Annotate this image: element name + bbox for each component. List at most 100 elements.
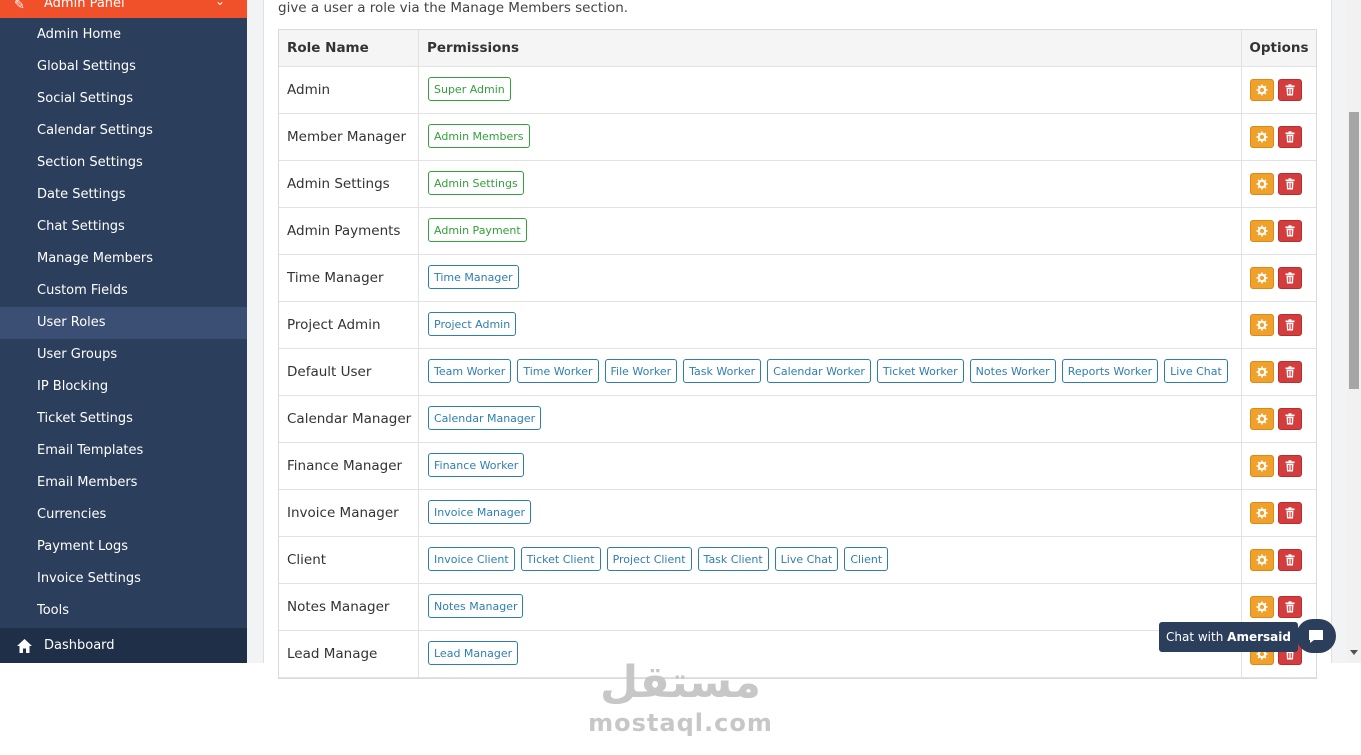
table-row: Member Manager Admin Members: [279, 114, 1316, 161]
permission-tag: Notes Manager: [428, 594, 524, 618]
gear-icon: [1256, 601, 1268, 613]
sidebar-admin-panel[interactable]: ✎ Admin Panel ⌄: [0, 0, 247, 18]
permission-tag: Project Admin: [428, 312, 517, 336]
options-cell: [1242, 208, 1316, 254]
edit-role-button[interactable]: [1250, 361, 1274, 383]
edit-role-button[interactable]: [1250, 126, 1274, 148]
edit-role-button[interactable]: [1250, 455, 1274, 477]
permissions-cell: Time Manager: [419, 255, 1242, 301]
scrollbar-thumb[interactable]: [1349, 112, 1359, 389]
row-options: [1250, 549, 1302, 571]
sidebar-item-tools[interactable]: Tools: [0, 595, 247, 627]
gear-icon: [1256, 225, 1268, 237]
permissions-cell: Project Admin: [419, 302, 1242, 348]
edit-role-button[interactable]: [1250, 79, 1274, 101]
header-options-label: Options: [1249, 40, 1309, 56]
trash-icon: [1285, 413, 1295, 425]
permission-tag: File Worker: [604, 359, 678, 383]
sidebar-item-ip-blocking[interactable]: IP Blocking: [0, 371, 247, 403]
gear-icon: [1256, 413, 1268, 425]
trash-icon: [1285, 507, 1295, 519]
sidebar-item-email-templates[interactable]: Email Templates: [0, 435, 247, 467]
permission-tag: Admin Settings: [428, 171, 524, 195]
permission-tag: Notes Worker: [969, 359, 1056, 383]
delete-role-button[interactable]: [1278, 502, 1302, 524]
permission-tags: Notes Manager: [428, 594, 524, 618]
edit-role-button[interactable]: [1250, 173, 1274, 195]
row-options: [1250, 126, 1302, 148]
role-name: Admin Settings: [287, 176, 390, 192]
edit-role-button[interactable]: [1250, 314, 1274, 336]
vertical-scrollbar[interactable]: [1347, 0, 1361, 663]
chat-button[interactable]: [1296, 619, 1336, 653]
edit-role-button[interactable]: [1250, 596, 1274, 618]
role-name-cell: Time Manager: [279, 255, 419, 301]
sidebar-item-manage-members[interactable]: Manage Members: [0, 243, 247, 275]
row-options: [1250, 314, 1302, 336]
sidebar-item-invoice-settings[interactable]: Invoice Settings: [0, 563, 247, 595]
role-name-cell: Client: [279, 537, 419, 583]
sidebar-item-user-groups[interactable]: User Groups: [0, 339, 247, 371]
edit-role-button[interactable]: [1250, 220, 1274, 242]
role-name: Finance Manager: [287, 458, 403, 474]
trash-icon: [1285, 131, 1295, 143]
sidebar-item-custom-fields[interactable]: Custom Fields: [0, 275, 247, 307]
delete-role-button[interactable]: [1278, 549, 1302, 571]
sidebar-item-admin-home[interactable]: Admin Home: [0, 19, 247, 51]
permissions-cell: Finance Worker: [419, 443, 1242, 489]
permission-tag: Ticket Worker: [876, 359, 964, 383]
delete-role-button[interactable]: [1278, 126, 1302, 148]
chat-bubble-icon: [1309, 630, 1323, 643]
delete-role-button[interactable]: [1278, 267, 1302, 289]
delete-role-button[interactable]: [1278, 596, 1302, 618]
delete-role-button[interactable]: [1278, 220, 1302, 242]
sidebar-item-ticket-settings[interactable]: Ticket Settings: [0, 403, 247, 435]
scroll-down-arrow-icon[interactable]: [1350, 650, 1358, 655]
permission-tag: Admin Members: [428, 124, 530, 148]
delete-role-button[interactable]: [1278, 314, 1302, 336]
sidebar-item-date-settings[interactable]: Date Settings: [0, 179, 247, 211]
chat-label[interactable]: Chat with Amersaid: [1159, 622, 1298, 652]
sidebar-item-section-settings[interactable]: Section Settings: [0, 147, 247, 179]
row-options: [1250, 361, 1302, 383]
edit-role-button[interactable]: [1250, 408, 1274, 430]
delete-role-button[interactable]: [1278, 173, 1302, 195]
header-role-name: Role Name: [279, 30, 419, 66]
table-row: Project Admin Project Admin: [279, 302, 1316, 349]
sidebar-item-payment-logs[interactable]: Payment Logs: [0, 531, 247, 563]
role-name-cell: Member Manager: [279, 114, 419, 160]
permission-tag: Task Client: [697, 547, 769, 571]
delete-role-button[interactable]: [1278, 408, 1302, 430]
role-name: Calendar Manager: [287, 411, 412, 427]
permission-tag: Calendar Manager: [428, 406, 542, 430]
permission-tags: Calendar Manager: [428, 406, 542, 430]
sidebar-item-social-settings[interactable]: Social Settings: [0, 83, 247, 115]
edit-role-button[interactable]: [1250, 502, 1274, 524]
sidebar-item-chat-settings[interactable]: Chat Settings: [0, 211, 247, 243]
role-name-cell: Admin Settings: [279, 161, 419, 207]
delete-role-button[interactable]: [1278, 79, 1302, 101]
delete-role-button[interactable]: [1278, 361, 1302, 383]
permission-tag: Invoice Manager: [428, 500, 532, 524]
chat-agent-name: Amersaid: [1227, 630, 1291, 644]
delete-role-button[interactable]: [1278, 455, 1302, 477]
table-row: Admin Super Admin: [279, 67, 1316, 114]
sidebar-item-email-members[interactable]: Email Members: [0, 467, 247, 499]
permission-tags: Team Worker Time Worker File Worker Task Wo…: [428, 359, 1228, 383]
role-name: Admin Payments: [287, 223, 401, 239]
sidebar-item-calendar-settings[interactable]: Calendar Settings: [0, 115, 247, 147]
edit-role-button[interactable]: [1250, 549, 1274, 571]
sidebar-item-user-roles[interactable]: User Roles: [0, 307, 247, 339]
header-role-name-label: Role Name: [287, 40, 369, 56]
permission-tag: Project Client: [606, 547, 692, 571]
permissions-cell: Invoice Manager: [419, 490, 1242, 536]
permissions-cell: Calendar Manager: [419, 396, 1242, 442]
sidebar-item-currencies[interactable]: Currencies: [0, 499, 247, 531]
sidebar-item-global-settings[interactable]: Global Settings: [0, 51, 247, 83]
options-cell: [1242, 490, 1316, 536]
trash-icon: [1285, 554, 1295, 566]
edit-role-button[interactable]: [1250, 267, 1274, 289]
options-cell: [1242, 349, 1316, 395]
gear-icon: [1256, 460, 1268, 472]
role-name: Notes Manager: [287, 599, 390, 615]
